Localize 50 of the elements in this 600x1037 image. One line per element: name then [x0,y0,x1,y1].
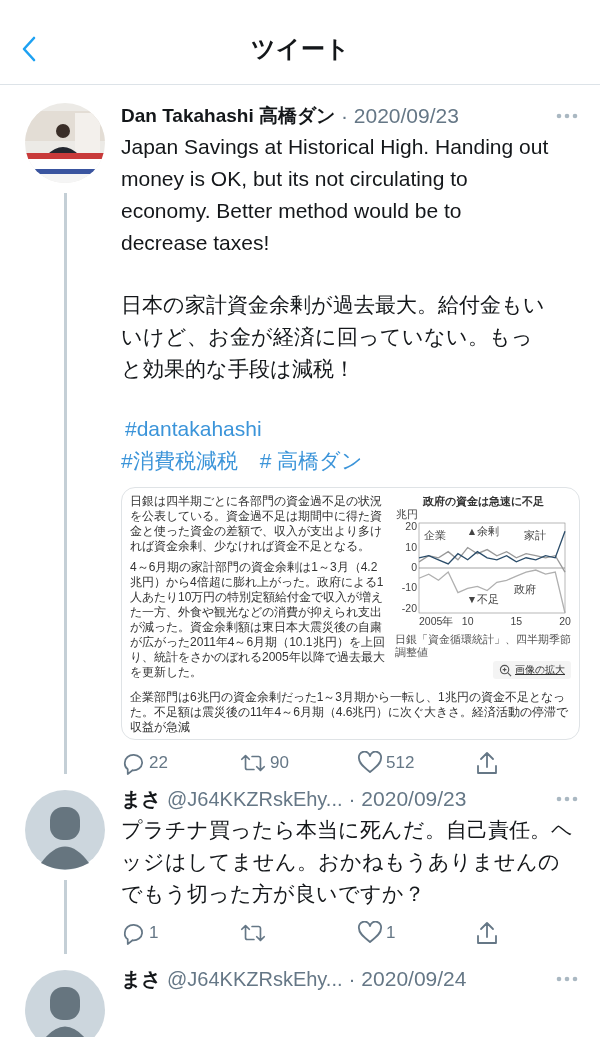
source-note: 日銀「資金循環統計」、四半期季節調整値 [395,633,571,659]
tweet-date: · 2020/09/24 [348,967,467,991]
avatar-icon[interactable] [25,790,105,870]
heart-icon[interactable] [357,751,383,775]
share-icon[interactable] [475,920,499,946]
chart-title: 政府の資金は急速に不足 [422,494,544,509]
tweet-date: · 2020/09/23 [341,104,459,128]
axis-tick: 10 [405,540,417,553]
axis-tick: -10 [401,581,417,594]
author-name[interactable]: まさ [121,785,161,813]
article-paragraph: 日銀は四半期ごとに各部門の資金過不足の状況を公表している。資金過不足は期間中に得た資金と使った資金の差額で、収入が支出より多ければ資金余剰、少なければ資金不足となる。 [130,494,383,554]
chart-annotation: ▲余剰 [466,525,500,538]
action-count: 90 [270,753,289,773]
user-handle[interactable]: @J64KKZRskEhy... [167,787,343,811]
axis-tick: 2005年 [419,615,454,627]
heart-icon[interactable] [357,921,383,945]
zoom-in-icon [499,663,512,677]
action-count: 1 [149,923,159,943]
share-icon[interactable] [475,750,499,776]
axis-tick: 20 [405,520,417,533]
axis-tick: 0 [411,561,417,573]
author-name[interactable]: Dan Takahashi 高橋ダン [121,103,335,129]
hashtag-link[interactable]: #消費税減税 [121,445,238,477]
enlarge-button[interactable]: 画像の拡大 [493,661,571,679]
action-count: 512 [386,753,415,773]
hashtag-link[interactable]: #dantakahashi [125,413,262,445]
article-paragraph: 4～6月期の家計部門の資金余剰は1～3月（4.2兆円）から4倍超に膨れ上がった。政府による1人あたり10万円の特別定額給付金で収入が増えた一方、外食や観光などの消費が抑えられ支出が減った。資金余剰額は東日本大震災後の自粛が広がった2011年4～6月期（10.1兆円）を上回り、統計をさかのぼれる2005年以降で過去最大を更新した。 [130,560,386,680]
axis-label: 兆円 [396,509,418,520]
axis-tick: 15 [510,615,523,627]
back-icon[interactable] [22,36,36,62]
tweet-text: Japan Savings at Historical High. Handing out money is OK, but its not circulating to economy. Better method would be to decrease taxes! [121,134,550,256]
axis-tick: -20 [401,601,417,614]
page-title: ツイート [250,34,350,64]
series-label: 家計 [524,529,546,542]
axis-tick: 10 [461,615,474,627]
axis-tick: 20 [559,615,571,627]
action-count: 1 [386,923,396,943]
action-count: 22 [149,753,168,773]
reply-text: プラチナ買ったら本当に死んだ。自己責任。ヘッジはしてません。おかねもうありませんのでもう切った方が良いですか？ [121,817,574,907]
avatar-icon[interactable] [25,970,105,1037]
article-image[interactable] [121,487,580,740]
author-name[interactable]: まさ [121,965,161,993]
series-label: 企業 [424,529,446,542]
hashtag-link[interactable]: # 高橋ダン [259,445,364,477]
series-label: 政府 [514,582,536,595]
article-paragraph: 企業部門は6兆円の資金余剰だった1～3月期から一転し、1兆円の資金不足となった。不足額は震災後の11年4～6月期（4.6兆円）に次ぐ大きさ。経済活動の停滞で収益が急減 [130,690,570,735]
user-handle[interactable]: @J64KKZRskEhy... [167,967,343,991]
chart-annotation: ▼不足 [466,592,500,605]
tweet-date: · 2020/09/23 [348,787,467,811]
tweet-text: 日本の家計資金余剰が過去最大。給付金もいいけど、お金が経済に回っていない。もっと効果的な手段は減税！ [121,292,546,382]
